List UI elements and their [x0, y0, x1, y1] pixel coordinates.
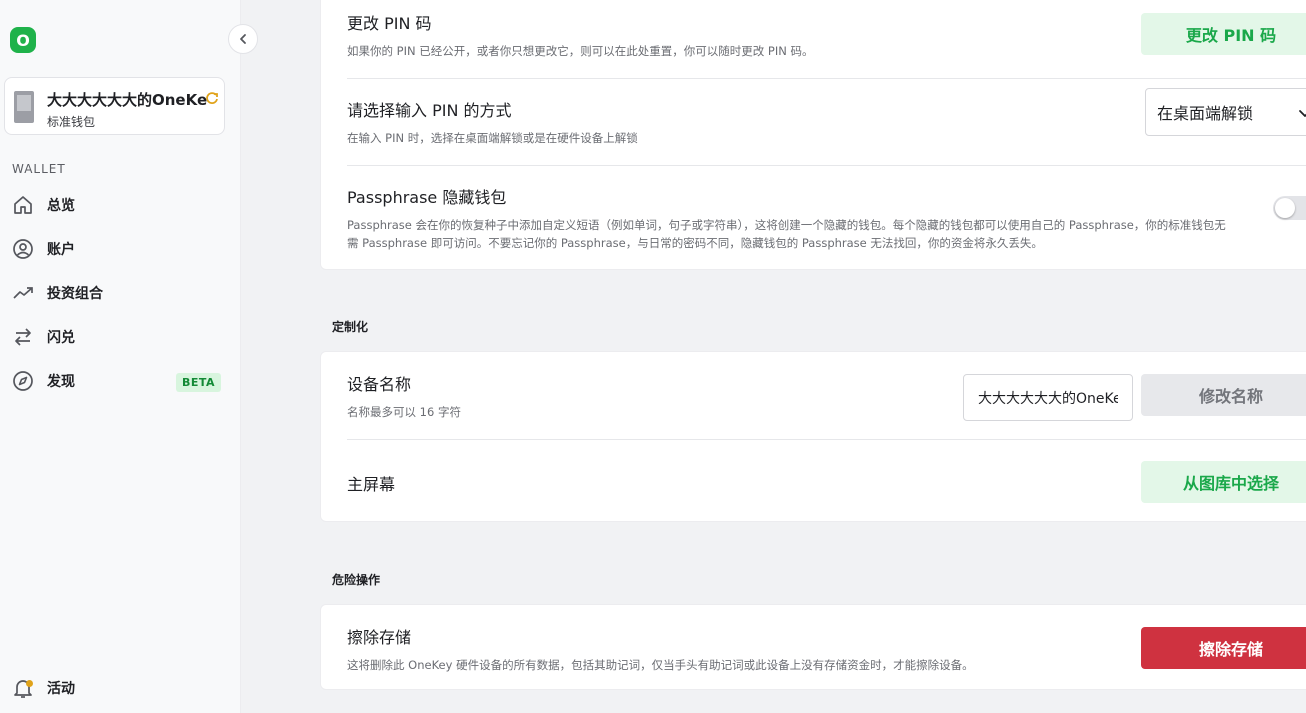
device-name-desc: 名称最多可以 16 字符	[347, 405, 461, 419]
collapse-sidebar-button[interactable]	[228, 24, 258, 54]
wallet-name: 大大大大大大的OneKey	[47, 91, 207, 109]
pin-method-selected: 在桌面端解锁	[1157, 104, 1254, 123]
pin-method-desc: 在输入 PIN 时，选择在桌面端解锁或是在硬件设备上解锁	[347, 131, 638, 145]
choose-from-gallery-button[interactable]: 从图库中选择	[1141, 461, 1306, 503]
sync-icon	[205, 90, 219, 109]
pin-method-title: 请选择输入 PIN 的方式	[347, 101, 512, 120]
device-name-input[interactable]	[963, 374, 1133, 421]
passphrase-desc-line2: 需 Passphrase 即可访问。不要忘记你的 Passphrase，与日常的…	[347, 236, 1043, 250]
wipe-title: 擦除存储	[347, 628, 412, 647]
sidebar-item-swap[interactable]: 闪兑	[11, 321, 221, 353]
sidebar-item-label: 总览	[47, 198, 75, 214]
wallet-selector[interactable]: 大大大大大大的OneKey 标准钱包	[4, 77, 225, 135]
compass-icon	[11, 369, 35, 393]
rename-device-button[interactable]: 修改名称	[1141, 374, 1306, 416]
home-icon	[11, 193, 35, 217]
chevron-down-icon	[1298, 105, 1306, 124]
security-card: 更改 PIN 码 如果你的 PIN 已经公开，或者你只想更改它，则可以在此处重置…	[320, 0, 1306, 270]
change-pin-title: 更改 PIN 码	[347, 14, 432, 33]
sidebar-item-label: 闪兑	[47, 330, 75, 346]
change-pin-button[interactable]: 更改 PIN 码	[1141, 13, 1306, 55]
sidebar-item-portfolio[interactable]: 投资组合	[11, 277, 221, 309]
home-screen-title: 主屏幕	[347, 475, 396, 494]
sidebar-item-label: 账户	[47, 242, 75, 258]
danger-card: 擦除存储 这将删除此 OneKey 硬件设备的所有数据，包括其助记词，仅当手头有…	[320, 604, 1306, 690]
passphrase-toggle[interactable]	[1273, 196, 1306, 220]
device-name-title: 设备名称	[347, 375, 412, 394]
hardware-wallet-icon	[14, 91, 34, 123]
customize-group-title: 定制化	[332, 320, 369, 334]
notification-dot	[26, 680, 33, 687]
pin-method-select[interactable]: 在桌面端解锁	[1145, 88, 1306, 136]
sidebar-item-activity[interactable]: 活动	[11, 672, 221, 704]
divider	[347, 165, 1306, 166]
sidebar-item-label: 活动	[47, 681, 75, 697]
divider	[347, 78, 1306, 79]
change-pin-desc: 如果你的 PIN 已经公开，或者你只想更改它，则可以在此处重置，你可以随时更改 …	[347, 44, 814, 58]
customize-card: 设备名称 名称最多可以 16 字符 修改名称 主屏幕 从图库中选择	[320, 351, 1306, 522]
divider	[347, 439, 1306, 440]
sidebar-item-label: 投资组合	[47, 286, 103, 302]
onekey-logo[interactable]: O	[10, 27, 36, 53]
passphrase-title: Passphrase 隐藏钱包	[347, 188, 507, 207]
wipe-desc: 这将删除此 OneKey 硬件设备的所有数据，包括其助记词，仅当手头有助记词或此…	[347, 658, 974, 672]
sidebar-item-label: 发现	[47, 374, 75, 390]
sidebar: O 大大大大大大的OneKey 标准钱包 WALLET 总览 账户 投资组合 闪…	[0, 0, 241, 713]
sidebar-item-accounts[interactable]: 账户	[11, 233, 221, 265]
bell-icon	[11, 676, 35, 700]
wallet-type: 标准钱包	[47, 115, 96, 129]
app-window: O 大大大大大大的OneKey 标准钱包 WALLET 总览 账户 投资组合 闪…	[0, 0, 1306, 713]
passphrase-desc-line1: Passphrase 会在你的恢复种子中添加自定义短语（例如单词，句子或字符串）…	[347, 218, 1226, 232]
user-circle-icon	[11, 237, 35, 261]
wipe-device-button[interactable]: 擦除存储	[1141, 627, 1306, 669]
wallet-section-label: WALLET	[12, 162, 66, 176]
sidebar-item-overview[interactable]: 总览	[11, 189, 221, 221]
settings-main: 更改 PIN 码 如果你的 PIN 已经公开，或者你只想更改它，则可以在此处重置…	[241, 0, 1306, 713]
chevron-left-icon	[237, 30, 249, 49]
danger-group-title: 危险操作	[332, 573, 381, 587]
toggle-knob	[1275, 198, 1295, 218]
trend-up-icon	[11, 281, 35, 305]
swap-icon	[11, 325, 35, 349]
sidebar-item-discover[interactable]: 发现 BETA	[11, 365, 222, 397]
beta-badge: BETA	[176, 373, 222, 392]
